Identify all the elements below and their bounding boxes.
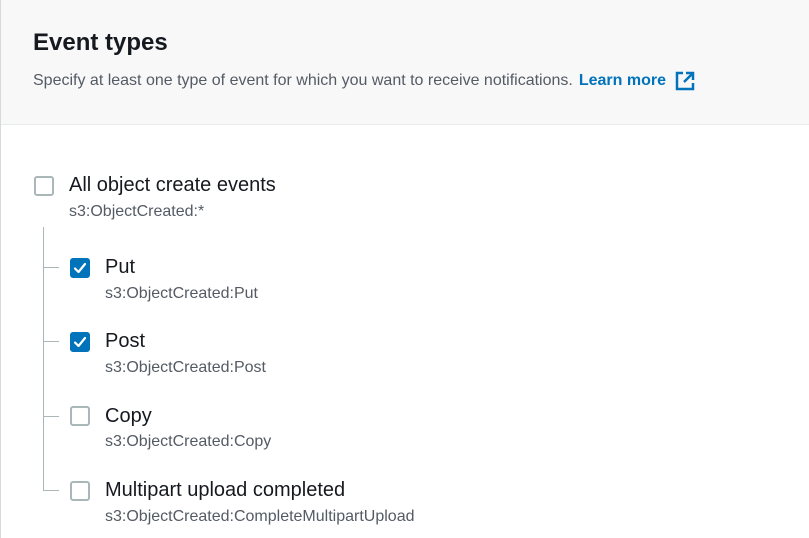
all-object-create-events-label: All object create events <box>69 174 276 196</box>
panel-header: Event types Specify at least one type of… <box>1 0 809 125</box>
event-types-panel: Event types Specify at least one type of… <box>0 0 809 538</box>
multipart-upload-completed-code: s3:ObjectCreated:CompleteMultipartUpload <box>105 508 415 525</box>
external-link-icon <box>675 71 695 91</box>
post-checkbox[interactable] <box>70 332 90 352</box>
learn-more-link[interactable]: Learn more <box>579 70 696 92</box>
tree-connector-post <box>43 341 59 342</box>
put-code: s3:ObjectCreated:Put <box>105 285 258 302</box>
copy-code: s3:ObjectCreated:Copy <box>105 433 272 450</box>
checkmark-icon <box>73 336 87 348</box>
multipart-upload-completed-checkbox[interactable] <box>70 481 90 501</box>
put-checkbox[interactable] <box>70 258 90 278</box>
tree-connector-put <box>43 267 59 268</box>
post-code: s3:ObjectCreated:Post <box>105 359 266 376</box>
put-label: Put <box>105 256 136 278</box>
post-label: Post <box>105 330 146 352</box>
tree-connector-copy <box>43 416 59 417</box>
all-object-create-events-code: s3:ObjectCreated:* <box>69 203 205 220</box>
learn-more-label: Learn more <box>578 72 666 89</box>
page-title: Event types <box>33 29 168 56</box>
all-object-create-events-checkbox[interactable] <box>34 176 54 196</box>
checkmark-icon <box>73 262 87 274</box>
description-text: Specify at least one type of event for w… <box>33 72 573 89</box>
multipart-upload-completed-label: Multipart upload completed <box>105 479 346 501</box>
tree-connector-multipart <box>43 490 59 491</box>
copy-label: Copy <box>105 405 152 427</box>
copy-checkbox[interactable] <box>70 406 90 426</box>
section-description: Specify at least one type of event for w… <box>33 70 696 92</box>
